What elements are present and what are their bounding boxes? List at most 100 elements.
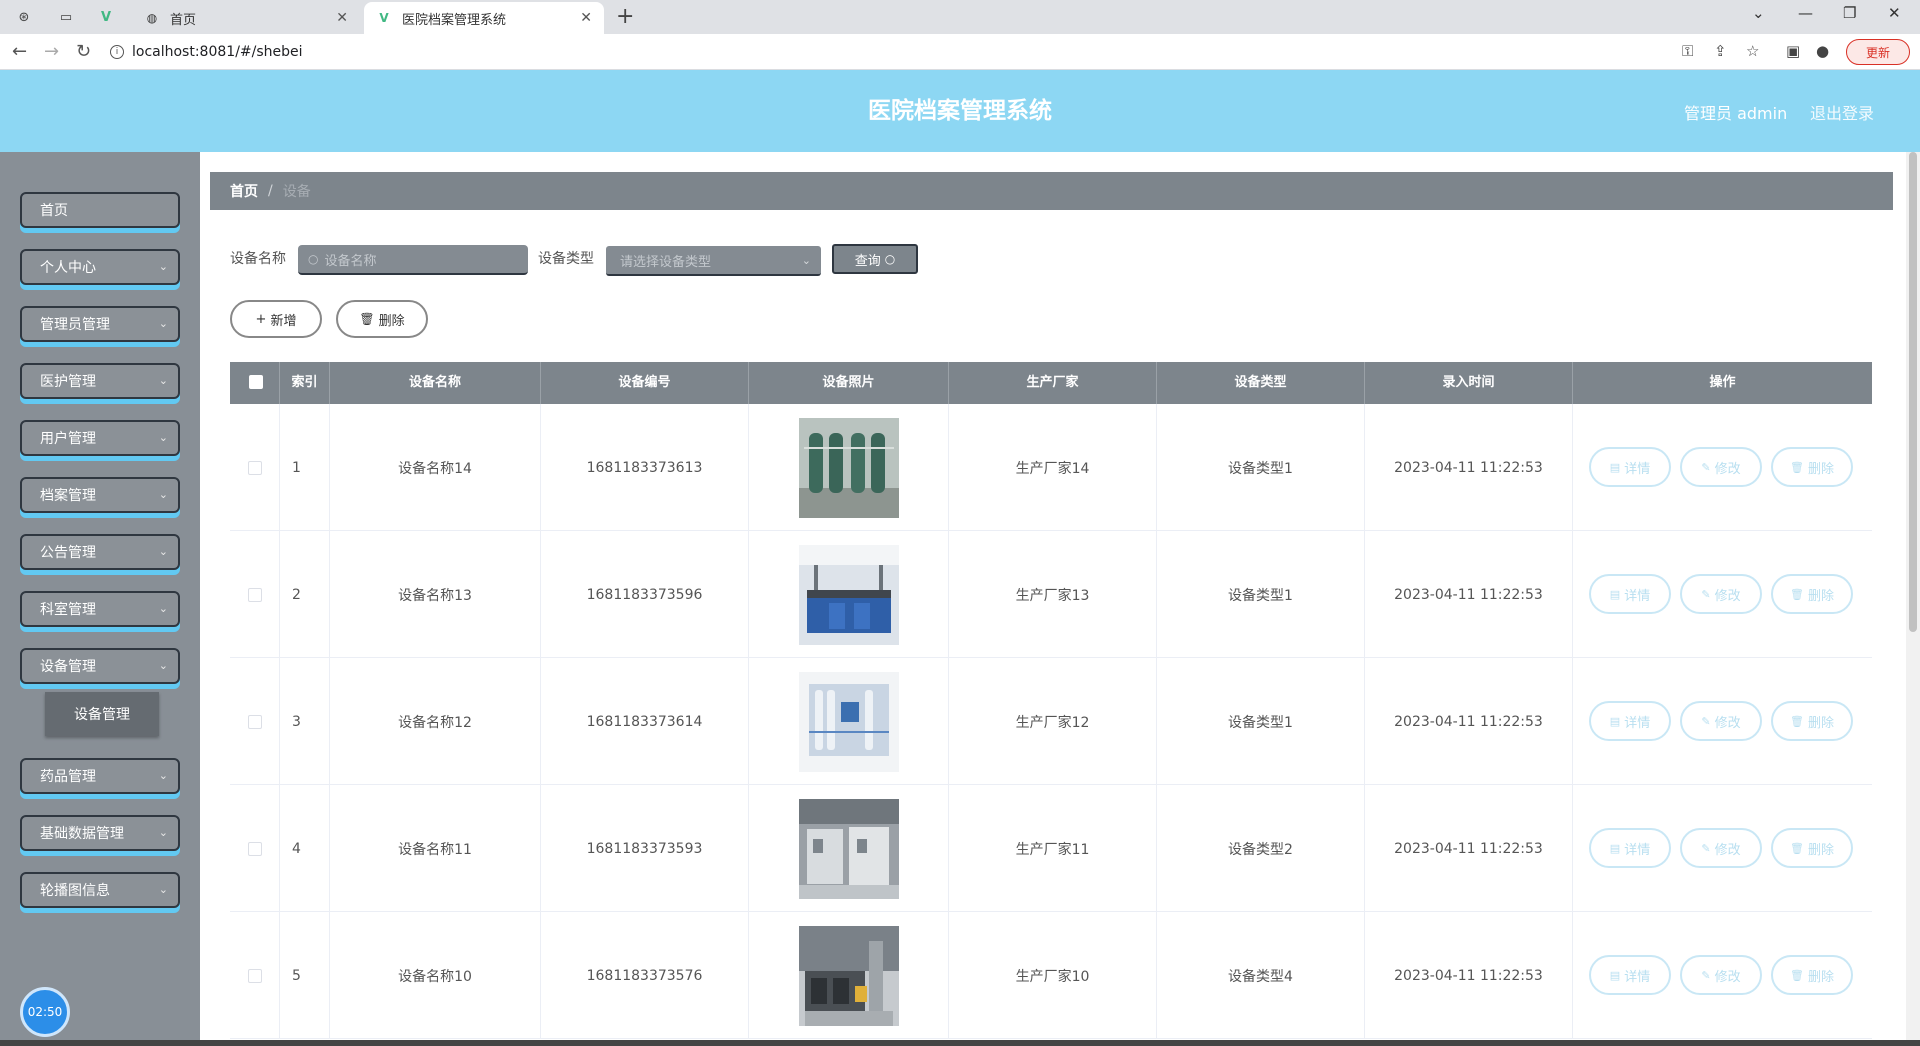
detail-button[interactable]: ▤ 详情 (1589, 447, 1671, 487)
submenu-item-equipment[interactable]: 设备管理 (45, 692, 159, 736)
trash-icon: 🗑 (1790, 968, 1804, 982)
detail-button[interactable]: ▤ 详情 (1589, 701, 1671, 741)
sidebar-item-carousel[interactable]: 轮播图信息 ⌄ (20, 872, 180, 908)
blank-tab-icon[interactable]: ▭ (56, 7, 76, 27)
sidebar-item-drugs[interactable]: 药品管理 ⌄ (20, 758, 180, 794)
edit-button[interactable]: ✎ 修改 (1680, 955, 1762, 995)
sidebar-item-profile[interactable]: 个人中心 ⌄ (20, 249, 180, 285)
delete-label: 删除 (1807, 842, 1834, 858)
maker-cell: 生产厂家14 (949, 404, 1157, 531)
equipment-photo[interactable] (798, 417, 899, 518)
forward-icon[interactable]: → (44, 41, 59, 62)
url-field[interactable]: i localhost:8081/#/shebei (110, 38, 1680, 66)
restore-icon[interactable]: ❐ (1843, 4, 1856, 22)
info-icon[interactable]: i (110, 45, 124, 59)
key-icon[interactable]: ⚿ (1682, 42, 1693, 60)
table-row: 2 设备名称13 1681183373596 生产厂家13 设备类型1 2023… (230, 531, 1872, 658)
column-header: 操作 (1709, 375, 1736, 390)
edit-label: 修改 (1714, 969, 1741, 985)
scrollbar-thumb[interactable] (1909, 152, 1917, 632)
minimize-icon[interactable]: — (1798, 4, 1813, 22)
app-header: 医院档案管理系统 管理员 admin 退出登录 (0, 70, 1920, 152)
sidebar-item-notices[interactable]: 公告管理 ⌄ (20, 534, 180, 570)
star-icon[interactable]: ☆ (1746, 42, 1759, 60)
time-cell: 2023-04-11 11:22:53 (1365, 912, 1573, 1039)
page-scrollbar[interactable] (1906, 152, 1920, 1040)
row-checkbox[interactable] (247, 968, 262, 983)
equipment-type-select[interactable]: 请选择设备类型 ⌄ (606, 246, 821, 276)
chevron-down-icon: ⌄ (158, 260, 168, 273)
close-icon[interactable]: ✕ (336, 10, 348, 26)
globe-icon: ◍ (146, 11, 158, 25)
detail-button[interactable]: ▤ 详情 (1589, 955, 1671, 995)
detail-button[interactable]: ▤ 详情 (1589, 574, 1671, 614)
sidebar-item-medical-staff[interactable]: 医护管理 ⌄ (20, 363, 180, 399)
tab-label: 医院档案管理系统 (402, 12, 507, 28)
equipment-photo[interactable] (798, 544, 899, 645)
breadcrumb-home[interactable]: 首页 (230, 181, 258, 201)
code-cell: 1681183373613 (541, 404, 749, 531)
edit-button[interactable]: ✎ 修改 (1680, 447, 1762, 487)
equipment-photo[interactable] (798, 798, 899, 899)
vue-tab-icon[interactable]: V (96, 7, 116, 27)
sidepanel-icon[interactable]: ▣ (1786, 42, 1800, 60)
add-label: 新增 (270, 313, 297, 329)
row-check-cell (230, 531, 280, 658)
edit-button[interactable]: ✎ 修改 (1680, 701, 1762, 741)
profile-icon[interactable]: ● (1816, 42, 1829, 60)
delete-button[interactable]: 🗑 删除 (1771, 447, 1853, 487)
document-icon: ▤ (1609, 841, 1621, 855)
sidebar-item-admins[interactable]: 管理员管理 ⌄ (20, 306, 180, 342)
edit-button[interactable]: ✎ 修改 (1680, 574, 1762, 614)
column-header: 生产厂家 (949, 362, 1157, 404)
app-icon[interactable]: ⊛ (14, 7, 34, 27)
detail-label: 详情 (1624, 461, 1651, 477)
breadcrumb-current: 设备 (282, 184, 311, 200)
sidebar-item-users[interactable]: 用户管理 ⌄ (20, 420, 180, 456)
delete-button[interactable]: 🗑 删除 (1771, 574, 1853, 614)
sidebar-item-label: 用户管理 (40, 431, 96, 447)
sidebar-item-archives[interactable]: 档案管理 ⌄ (20, 477, 180, 513)
equipment-name-input[interactable]: ○ 设备名称 (298, 245, 528, 275)
row-checkbox[interactable] (247, 841, 262, 856)
photo-cell (749, 912, 949, 1039)
sidebar-item-base-data[interactable]: 基础数据管理 ⌄ (20, 815, 180, 851)
detail-button[interactable]: ▤ 详情 (1589, 828, 1671, 868)
select-all-checkbox[interactable] (249, 375, 263, 389)
delete-button[interactable]: 🗑 删除 (1771, 955, 1853, 995)
tab-search-icon[interactable]: ⌄ (1752, 4, 1765, 22)
submenu-item-label: 设备管理 (74, 707, 130, 723)
sidebar-item-home[interactable]: 首页 (20, 192, 180, 228)
query-button[interactable]: 查询 ○ (832, 244, 918, 274)
tab-home[interactable]: ◍ 首页 ✕ (132, 2, 360, 34)
maker-cell: 生产厂家10 (949, 912, 1157, 1039)
type-cell: 设备类型1 (1157, 658, 1365, 785)
logout-link[interactable]: 退出登录 (1810, 100, 1874, 124)
row-check-cell (230, 785, 280, 912)
add-button[interactable]: + 新增 (230, 300, 322, 338)
close-icon[interactable]: ✕ (580, 10, 592, 26)
sidebar-item-departments[interactable]: 科室管理 ⌄ (20, 591, 180, 627)
share-icon[interactable]: ⇪ (1714, 42, 1727, 60)
window-close-icon[interactable]: ✕ (1888, 4, 1901, 22)
batch-delete-button[interactable]: 🗑 删除 (336, 300, 428, 338)
row-checkbox[interactable] (247, 587, 262, 602)
delete-button[interactable]: 🗑 删除 (1771, 828, 1853, 868)
delete-button[interactable]: 🗑 删除 (1771, 701, 1853, 741)
reload-icon[interactable]: ↻ (76, 41, 91, 62)
sidebar-item-label: 基础数据管理 (40, 826, 124, 842)
edit-button[interactable]: ✎ 修改 (1680, 828, 1762, 868)
row-checkbox[interactable] (247, 460, 262, 475)
back-icon[interactable]: ← (12, 41, 27, 62)
equipment-photo[interactable] (798, 925, 899, 1026)
type-cell: 设备类型4 (1157, 912, 1365, 1039)
sidebar-item-equipment[interactable]: 设备管理 ⌄ (20, 648, 180, 684)
new-tab-icon[interactable]: + (616, 4, 634, 29)
tab-hospital-system[interactable]: V 医院档案管理系统 ✕ (364, 2, 604, 34)
equipment-photo[interactable] (798, 671, 899, 772)
delete-label: 删除 (378, 313, 405, 329)
index-cell: 3 (280, 658, 330, 785)
update-button[interactable]: 更新 (1846, 39, 1910, 65)
row-checkbox[interactable] (247, 714, 262, 729)
document-icon: ▤ (1609, 587, 1621, 601)
